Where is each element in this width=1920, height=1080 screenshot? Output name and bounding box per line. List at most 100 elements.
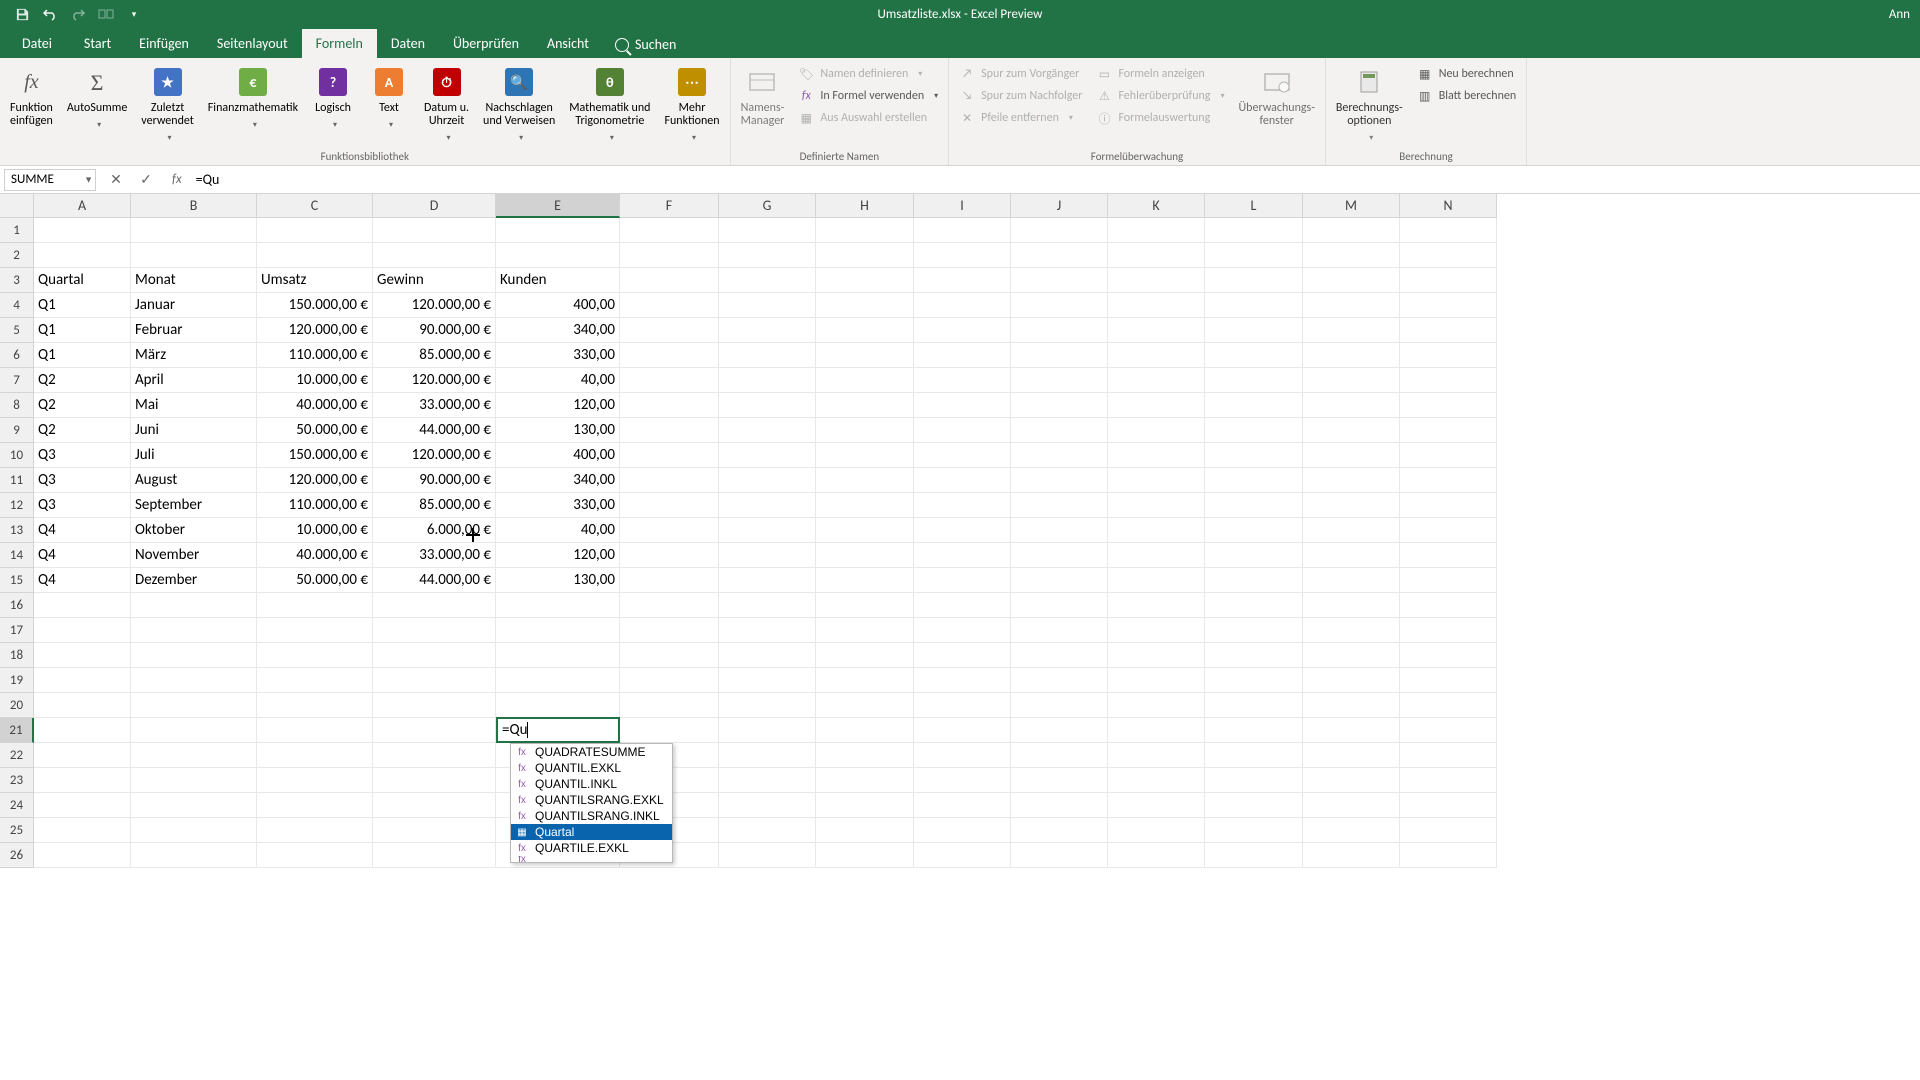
column-header-M[interactable]: M	[1303, 194, 1400, 218]
cell[interactable]	[1303, 343, 1400, 368]
cell[interactable]	[1205, 443, 1303, 468]
cell[interactable]: Q4	[34, 568, 131, 593]
cell[interactable]	[257, 593, 373, 618]
cell[interactable]	[1400, 518, 1497, 543]
cell[interactable]	[1108, 343, 1205, 368]
account-name[interactable]: Ann	[1889, 7, 1910, 22]
cell[interactable]	[1205, 218, 1303, 243]
cell[interactable]: Q1	[34, 343, 131, 368]
autocomplete-item[interactable]: fxQUARTILE.EXKL	[511, 840, 672, 856]
cell[interactable]	[34, 718, 131, 743]
cell[interactable]	[719, 293, 816, 318]
cell[interactable]: 40,00	[496, 368, 620, 393]
cell[interactable]: 130,00	[496, 568, 620, 593]
column-header-D[interactable]: D	[373, 194, 496, 218]
cell[interactable]	[34, 643, 131, 668]
row-header[interactable]: 10	[0, 443, 34, 468]
cell[interactable]	[620, 693, 719, 718]
datetime-button[interactable]: ⏱Datum u. Uhrzeit	[420, 62, 473, 145]
cell[interactable]	[131, 643, 257, 668]
cell[interactable]	[620, 418, 719, 443]
cell[interactable]	[1011, 243, 1108, 268]
use-in-formula-button[interactable]: fxIn Formel verwenden▾	[794, 86, 942, 106]
recent-functions-button[interactable]: ★Zuletzt verwendet	[137, 62, 198, 145]
cell[interactable]	[1400, 593, 1497, 618]
cell[interactable]: Juli	[131, 443, 257, 468]
autocomplete-item[interactable]: fxQUANTILSRANG.EXKL	[511, 792, 672, 808]
cell[interactable]	[1205, 668, 1303, 693]
cell[interactable]	[1205, 343, 1303, 368]
cell[interactable]	[1011, 418, 1108, 443]
cell[interactable]	[1303, 718, 1400, 743]
cell[interactable]	[1303, 743, 1400, 768]
cell[interactable]	[1011, 318, 1108, 343]
cell[interactable]	[620, 218, 719, 243]
cell[interactable]	[1108, 693, 1205, 718]
cell[interactable]	[1011, 493, 1108, 518]
cell[interactable]	[816, 218, 914, 243]
cell[interactable]	[816, 368, 914, 393]
cell[interactable]	[1400, 218, 1497, 243]
cell[interactable]	[1303, 443, 1400, 468]
cell[interactable]	[1011, 393, 1108, 418]
cell[interactable]	[1011, 293, 1108, 318]
cell[interactable]	[719, 368, 816, 393]
cell[interactable]	[34, 693, 131, 718]
math-button[interactable]: θMathematik und Trigonometrie	[565, 62, 654, 145]
cell[interactable]	[914, 443, 1011, 468]
cell[interactable]	[1205, 693, 1303, 718]
cell[interactable]	[914, 493, 1011, 518]
cell[interactable]: 120.000,00 €	[373, 443, 496, 468]
cell[interactable]: Q2	[34, 393, 131, 418]
cell[interactable]: Kunden	[496, 268, 620, 293]
cell[interactable]	[816, 843, 914, 868]
cell[interactable]	[131, 793, 257, 818]
redo-icon[interactable]	[70, 6, 86, 22]
cell[interactable]: April	[131, 368, 257, 393]
cell[interactable]	[1400, 493, 1497, 518]
column-header-G[interactable]: G	[719, 194, 816, 218]
row-header[interactable]: 9	[0, 418, 34, 443]
cell[interactable]	[719, 693, 816, 718]
cell[interactable]	[1400, 768, 1497, 793]
cell[interactable]	[1108, 518, 1205, 543]
cell[interactable]	[1205, 368, 1303, 393]
cell[interactable]	[620, 493, 719, 518]
cell[interactable]	[719, 793, 816, 818]
trace-precedents-button[interactable]: ↗Spur zum Vorgänger	[955, 64, 1086, 84]
cell[interactable]	[1400, 293, 1497, 318]
cell[interactable]	[1400, 393, 1497, 418]
cell[interactable]	[1011, 543, 1108, 568]
ribbon-tab-einfügen[interactable]: Einfügen	[125, 29, 203, 58]
row-header[interactable]: 26	[0, 843, 34, 868]
cell[interactable]	[373, 718, 496, 743]
column-header-K[interactable]: K	[1108, 194, 1205, 218]
cell[interactable]: Q1	[34, 293, 131, 318]
cell[interactable]	[1108, 368, 1205, 393]
cell[interactable]: Q4	[34, 543, 131, 568]
cell[interactable]	[914, 318, 1011, 343]
compare-icon[interactable]	[98, 6, 114, 22]
cell[interactable]	[1400, 693, 1497, 718]
cell[interactable]	[1400, 368, 1497, 393]
cell[interactable]: September	[131, 493, 257, 518]
cell[interactable]	[816, 243, 914, 268]
cell[interactable]: November	[131, 543, 257, 568]
cell[interactable]	[1303, 843, 1400, 868]
cell[interactable]	[373, 668, 496, 693]
cell[interactable]	[816, 543, 914, 568]
cell[interactable]	[1011, 618, 1108, 643]
cell[interactable]	[1205, 543, 1303, 568]
cell[interactable]	[719, 743, 816, 768]
cell[interactable]	[257, 793, 373, 818]
cell[interactable]: Q2	[34, 368, 131, 393]
cell[interactable]	[1108, 768, 1205, 793]
cell[interactable]	[816, 643, 914, 668]
cell[interactable]	[816, 618, 914, 643]
cell[interactable]	[131, 593, 257, 618]
row-header[interactable]: 16	[0, 593, 34, 618]
cell[interactable]	[816, 668, 914, 693]
cell[interactable]: 400,00	[496, 443, 620, 468]
cell[interactable]	[914, 518, 1011, 543]
cell[interactable]	[620, 268, 719, 293]
